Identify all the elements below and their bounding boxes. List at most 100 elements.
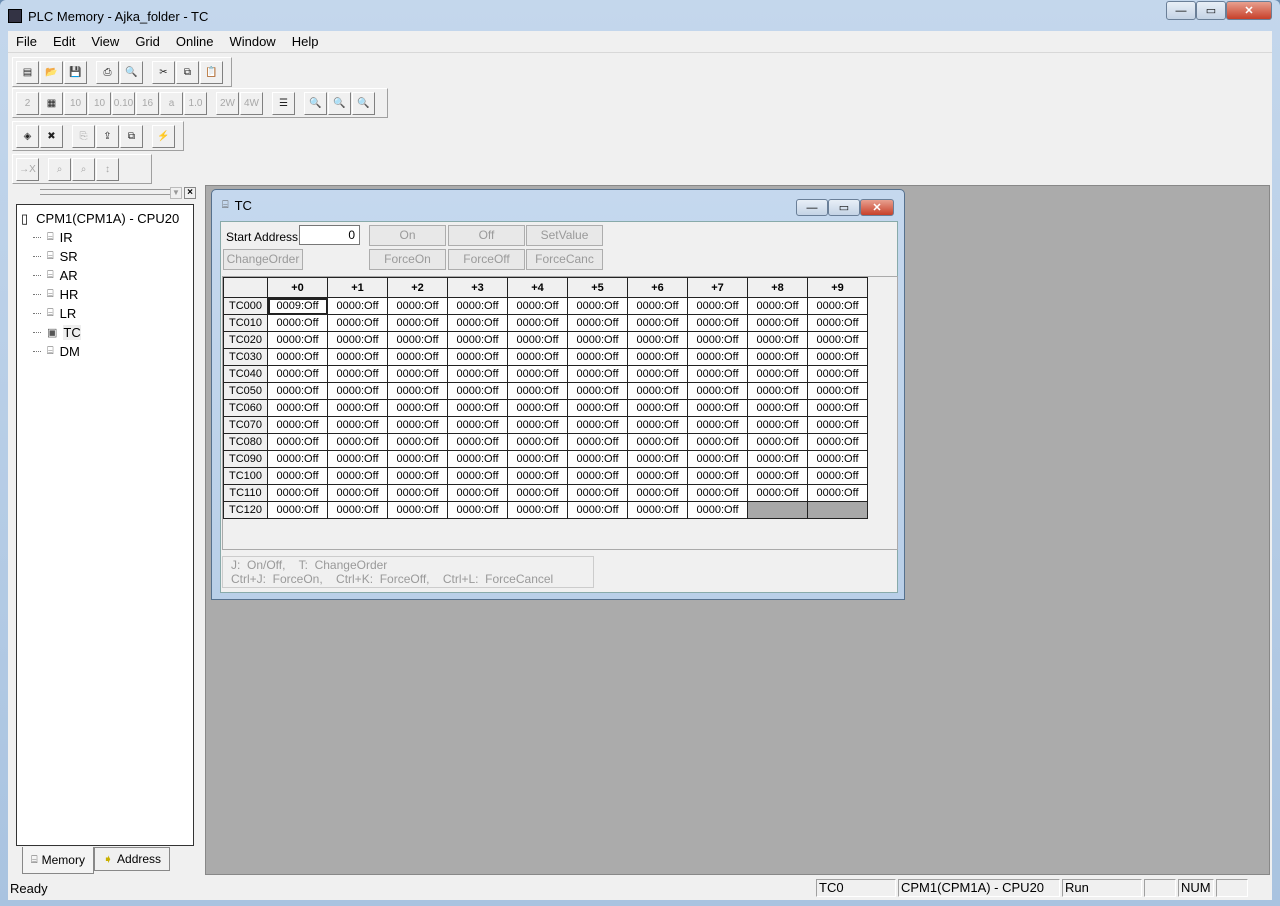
start-address-input[interactable]: 0: [299, 225, 360, 245]
menu-window[interactable]: Window: [221, 34, 283, 49]
four-word-button[interactable]: 4W: [240, 91, 263, 115]
grid-cell[interactable]: 0000:Off: [747, 484, 808, 502]
address-find-button[interactable]: ⌕: [48, 157, 71, 181]
zoom-fit-button[interactable]: 🔍: [328, 91, 351, 115]
grid-cell[interactable]: 0000:Off: [447, 433, 508, 451]
grid-cell[interactable]: 0000:Off: [807, 433, 868, 451]
grid-cell[interactable]: 0000:Off: [387, 433, 448, 451]
grid-cell[interactable]: 0000:Off: [387, 365, 448, 383]
grid-cell[interactable]: 0000:Off: [567, 501, 628, 519]
grid-cell[interactable]: 0000:Off: [507, 450, 568, 468]
grid-cell[interactable]: 0000:Off: [747, 348, 808, 366]
grid-cell[interactable]: 0000:Off: [627, 416, 688, 434]
row-header[interactable]: TC100: [223, 467, 268, 485]
tree-item-ir[interactable]: ⌸ IR: [21, 228, 189, 247]
bcd-button[interactable]: 0.10: [112, 91, 135, 115]
grid-cell[interactable]: 0000:Off: [687, 399, 748, 417]
tab-memory[interactable]: ⌸ Memory: [22, 847, 94, 874]
grid-cell[interactable]: 0000:Off: [627, 484, 688, 502]
grid-cell[interactable]: 0000:Off: [507, 382, 568, 400]
grid-cell[interactable]: 0000:Off: [387, 331, 448, 349]
grid-cell[interactable]: 0000:Off: [267, 348, 328, 366]
grid-cell[interactable]: 0000:Off: [267, 433, 328, 451]
grid-cell[interactable]: 0000:Off: [507, 433, 568, 451]
grid-cell[interactable]: 0000:Off: [327, 484, 388, 502]
row-header[interactable]: TC000: [223, 297, 268, 315]
grid-cell[interactable]: 0000:Off: [447, 382, 508, 400]
grid-cell[interactable]: 0000:Off: [567, 365, 628, 383]
grid-cell[interactable]: 0000:Off: [627, 450, 688, 468]
grid-cell[interactable]: 0000:Off: [627, 314, 688, 332]
grid-cell[interactable]: 0000:Off: [447, 467, 508, 485]
grid-cell[interactable]: 0000:Off: [627, 365, 688, 383]
grid-cell[interactable]: 0009:Off: [267, 297, 328, 315]
menu-online[interactable]: Online: [168, 34, 222, 49]
copy-button[interactable]: ⧉: [176, 60, 199, 84]
grid-cell[interactable]: 0000:Off: [387, 382, 448, 400]
grid-cell[interactable]: 0000:Off: [807, 331, 868, 349]
grid-cell[interactable]: 0000:Off: [267, 382, 328, 400]
grid-cell[interactable]: 0000:Off: [507, 484, 568, 502]
grid-cell[interactable]: 0000:Off: [687, 365, 748, 383]
paste-button[interactable]: 📋: [200, 60, 223, 84]
grid-cell[interactable]: 0000:Off: [267, 501, 328, 519]
address-list-button[interactable]: ↕: [96, 157, 119, 181]
print-preview-button[interactable]: 🔍: [120, 60, 143, 84]
grid-cell[interactable]: 0000:Off: [447, 501, 508, 519]
grid-cell[interactable]: 0000:Off: [747, 416, 808, 434]
grid-cell[interactable]: 0000:Off: [387, 314, 448, 332]
menu-help[interactable]: Help: [284, 34, 327, 49]
decimal-button[interactable]: 10: [64, 91, 87, 115]
grid-cell[interactable]: 0000:Off: [627, 348, 688, 366]
grid-cell[interactable]: 0000:Off: [327, 450, 388, 468]
grid-cell[interactable]: 0000:Off: [447, 365, 508, 383]
grid-cell[interactable]: 0000:Off: [687, 331, 748, 349]
grid-cell[interactable]: 0000:Off: [807, 467, 868, 485]
zoom-small-button[interactable]: 🔍: [304, 91, 327, 115]
grid-cell[interactable]: 0000:Off: [327, 348, 388, 366]
grid-cell[interactable]: 0000:Off: [507, 501, 568, 519]
grid-cell[interactable]: 0000:Off: [327, 297, 388, 315]
row-header[interactable]: TC040: [223, 365, 268, 383]
grid-cell[interactable]: 0000:Off: [327, 467, 388, 485]
grid-cell[interactable]: 0000:Off: [567, 331, 628, 349]
grid-cell[interactable]: 0000:Off: [327, 433, 388, 451]
on-button[interactable]: On: [369, 225, 446, 246]
grid-cell[interactable]: 0000:Off: [387, 399, 448, 417]
column-header[interactable]: +7: [687, 277, 748, 298]
grid-cell[interactable]: 0000:Off: [687, 297, 748, 315]
grid-cell[interactable]: 0000:Off: [267, 399, 328, 417]
grid-cell[interactable]: 0000:Off: [507, 314, 568, 332]
grid-cell[interactable]: 0000:Off: [747, 365, 808, 383]
grid-cell[interactable]: 0000:Off: [567, 399, 628, 417]
grid-cell[interactable]: 0000:Off: [567, 416, 628, 434]
grid-cell[interactable]: 0000:Off: [387, 348, 448, 366]
grid-cell[interactable]: 0000:Off: [507, 467, 568, 485]
off-button[interactable]: Off: [448, 225, 525, 246]
grid-cell[interactable]: 0000:Off: [627, 382, 688, 400]
setvalue-button[interactable]: SetValue: [526, 225, 603, 246]
ascii-button[interactable]: a: [160, 91, 183, 115]
menu-file[interactable]: File: [8, 34, 45, 49]
transfer-to-button[interactable]: ⇪: [96, 124, 119, 148]
grid-cell[interactable]: 0000:Off: [447, 399, 508, 417]
grid-cell[interactable]: 0000:Off: [747, 382, 808, 400]
grid-cell[interactable]: 0000:Off: [687, 433, 748, 451]
grid-cell[interactable]: 0000:Off: [747, 314, 808, 332]
grid-cell[interactable]: 0000:Off: [627, 399, 688, 417]
hex-button[interactable]: 16: [136, 91, 159, 115]
changeorder-button[interactable]: ChangeOrder: [223, 249, 303, 270]
grid-cell[interactable]: 0000:Off: [627, 331, 688, 349]
grid-cell[interactable]: 0000:Off: [747, 399, 808, 417]
row-header[interactable]: TC050: [223, 382, 268, 400]
panel-menu-button[interactable]: ▼: [170, 187, 182, 199]
menu-view[interactable]: View: [83, 34, 127, 49]
tree-item-ar[interactable]: ⌸ AR: [21, 266, 189, 285]
grid-cell[interactable]: 0000:Off: [267, 484, 328, 502]
column-header[interactable]: +4: [507, 277, 568, 298]
row-header[interactable]: TC110: [223, 484, 268, 502]
grid-cell[interactable]: 0000:Off: [387, 501, 448, 519]
grid-cell[interactable]: 0000:Off: [627, 433, 688, 451]
grid-cell[interactable]: 0000:Off: [447, 348, 508, 366]
grid-cell[interactable]: 0000:Off: [387, 450, 448, 468]
